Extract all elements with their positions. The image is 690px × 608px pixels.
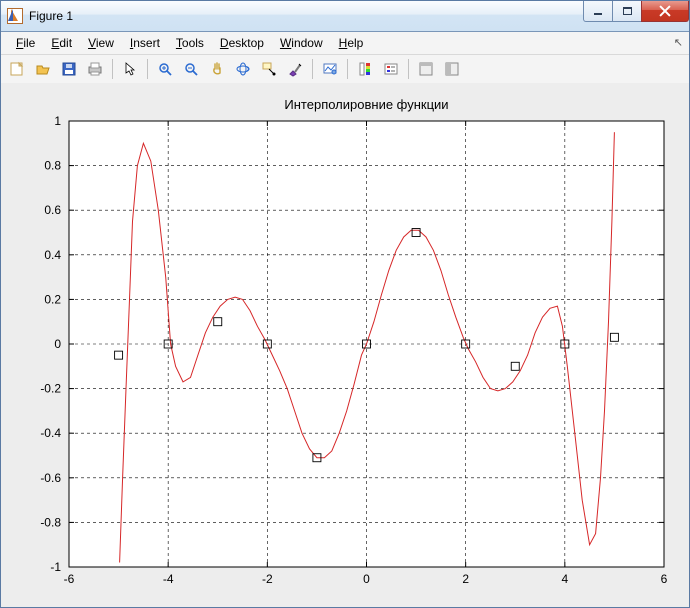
brush-button[interactable]	[283, 57, 307, 81]
chart-svg: Интерполировние функции -6 -4 -2 0 2 4 6 -1 -0.8 -…	[11, 93, 679, 599]
axes-container[interactable]: Интерполировние функции -6 -4 -2 0 2 4 6 -1 -0.8 -…	[11, 93, 679, 597]
window-title: Figure 1	[29, 9, 73, 23]
menu-edit[interactable]: Edit	[44, 34, 79, 52]
pointer-button[interactable]	[118, 57, 142, 81]
close-icon	[659, 5, 671, 17]
open-icon	[35, 61, 51, 77]
data-cursor-button[interactable]	[257, 57, 281, 81]
xtick-label: 6	[661, 572, 668, 586]
new-figure-icon	[9, 61, 25, 77]
legend-icon	[383, 61, 399, 77]
data-cursor-icon	[261, 61, 277, 77]
dock-icon	[444, 61, 460, 77]
ytick-label: 0.6	[44, 203, 61, 217]
toolbar-reveal-icon[interactable]: ↖	[674, 36, 683, 49]
xtick-label: 2	[462, 572, 469, 586]
zoom-in-icon	[157, 61, 173, 77]
zoom-out-icon	[183, 61, 199, 77]
ytick-label: -1	[50, 560, 61, 574]
chart-title: Интерполировние функции	[284, 97, 448, 112]
open-button[interactable]	[31, 57, 55, 81]
figure-canvas-area: Интерполировние функции -6 -4 -2 0 2 4 6 -1 -0.8 -…	[1, 83, 689, 607]
pointer-icon	[122, 61, 138, 77]
menu-desktop[interactable]: Desktop	[213, 34, 271, 52]
menu-bar: FileEditViewInsertToolsDesktopWindowHelp…	[1, 32, 689, 55]
figure-window: Figure 1 FileEditViewInsertToolsDesktopW…	[0, 0, 690, 608]
toolbar-separator	[408, 59, 409, 79]
rotate3d-button[interactable]	[231, 57, 255, 81]
link-plot-icon	[322, 61, 338, 77]
print-button[interactable]	[83, 57, 107, 81]
matlab-icon	[7, 8, 23, 24]
new-figure-button[interactable]	[5, 57, 29, 81]
print-icon	[87, 61, 103, 77]
toolbar-separator	[312, 59, 313, 79]
toolbar-separator	[347, 59, 348, 79]
pan-icon	[209, 61, 225, 77]
save-icon	[61, 61, 77, 77]
close-button[interactable]	[641, 1, 689, 22]
xtick-label: 4	[561, 572, 568, 586]
maximize-icon	[623, 7, 632, 15]
ytick-label: -0.8	[40, 515, 61, 529]
pan-button[interactable]	[205, 57, 229, 81]
ytick-label: 0	[54, 337, 61, 351]
dock-button[interactable]	[440, 57, 464, 81]
ytick-label: 0.4	[44, 248, 61, 262]
xtick-label: -4	[163, 572, 174, 586]
menu-insert[interactable]: Insert	[123, 34, 167, 52]
ytick-label: -0.6	[40, 471, 61, 485]
minimize-icon	[594, 13, 602, 15]
link-plot-button[interactable]	[318, 57, 342, 81]
brush-icon	[287, 61, 303, 77]
colorbar-button[interactable]	[353, 57, 377, 81]
ytick-label: 0.8	[44, 159, 61, 173]
save-button[interactable]	[57, 57, 81, 81]
ytick-label: 1	[54, 114, 61, 128]
ytick-label: 0.2	[44, 292, 61, 306]
xtick-label: -6	[64, 572, 75, 586]
menu-window[interactable]: Window	[273, 34, 330, 52]
maximize-button[interactable]	[612, 1, 642, 22]
ytick-label: -0.2	[40, 382, 61, 396]
xtick-label: 0	[363, 572, 370, 586]
toolbar-separator	[112, 59, 113, 79]
xtick-label: -2	[262, 572, 273, 586]
toolbar-separator	[147, 59, 148, 79]
menu-tools[interactable]: Tools	[169, 34, 211, 52]
minimize-button[interactable]	[583, 1, 613, 22]
zoom-in-button[interactable]	[153, 57, 177, 81]
hide-tools-icon	[418, 61, 434, 77]
legend-button[interactable]	[379, 57, 403, 81]
zoom-out-button[interactable]	[179, 57, 203, 81]
menu-file[interactable]: File	[9, 34, 42, 52]
menu-view[interactable]: View	[81, 34, 121, 52]
colorbar-icon	[357, 61, 373, 77]
title-bar[interactable]: Figure 1	[1, 1, 689, 32]
rotate3d-icon	[235, 61, 251, 77]
window-buttons	[584, 1, 689, 21]
toolbar	[1, 55, 689, 84]
menu-help[interactable]: Help	[332, 34, 371, 52]
hide-tools-button[interactable]	[414, 57, 438, 81]
ytick-label: -0.4	[40, 426, 61, 440]
